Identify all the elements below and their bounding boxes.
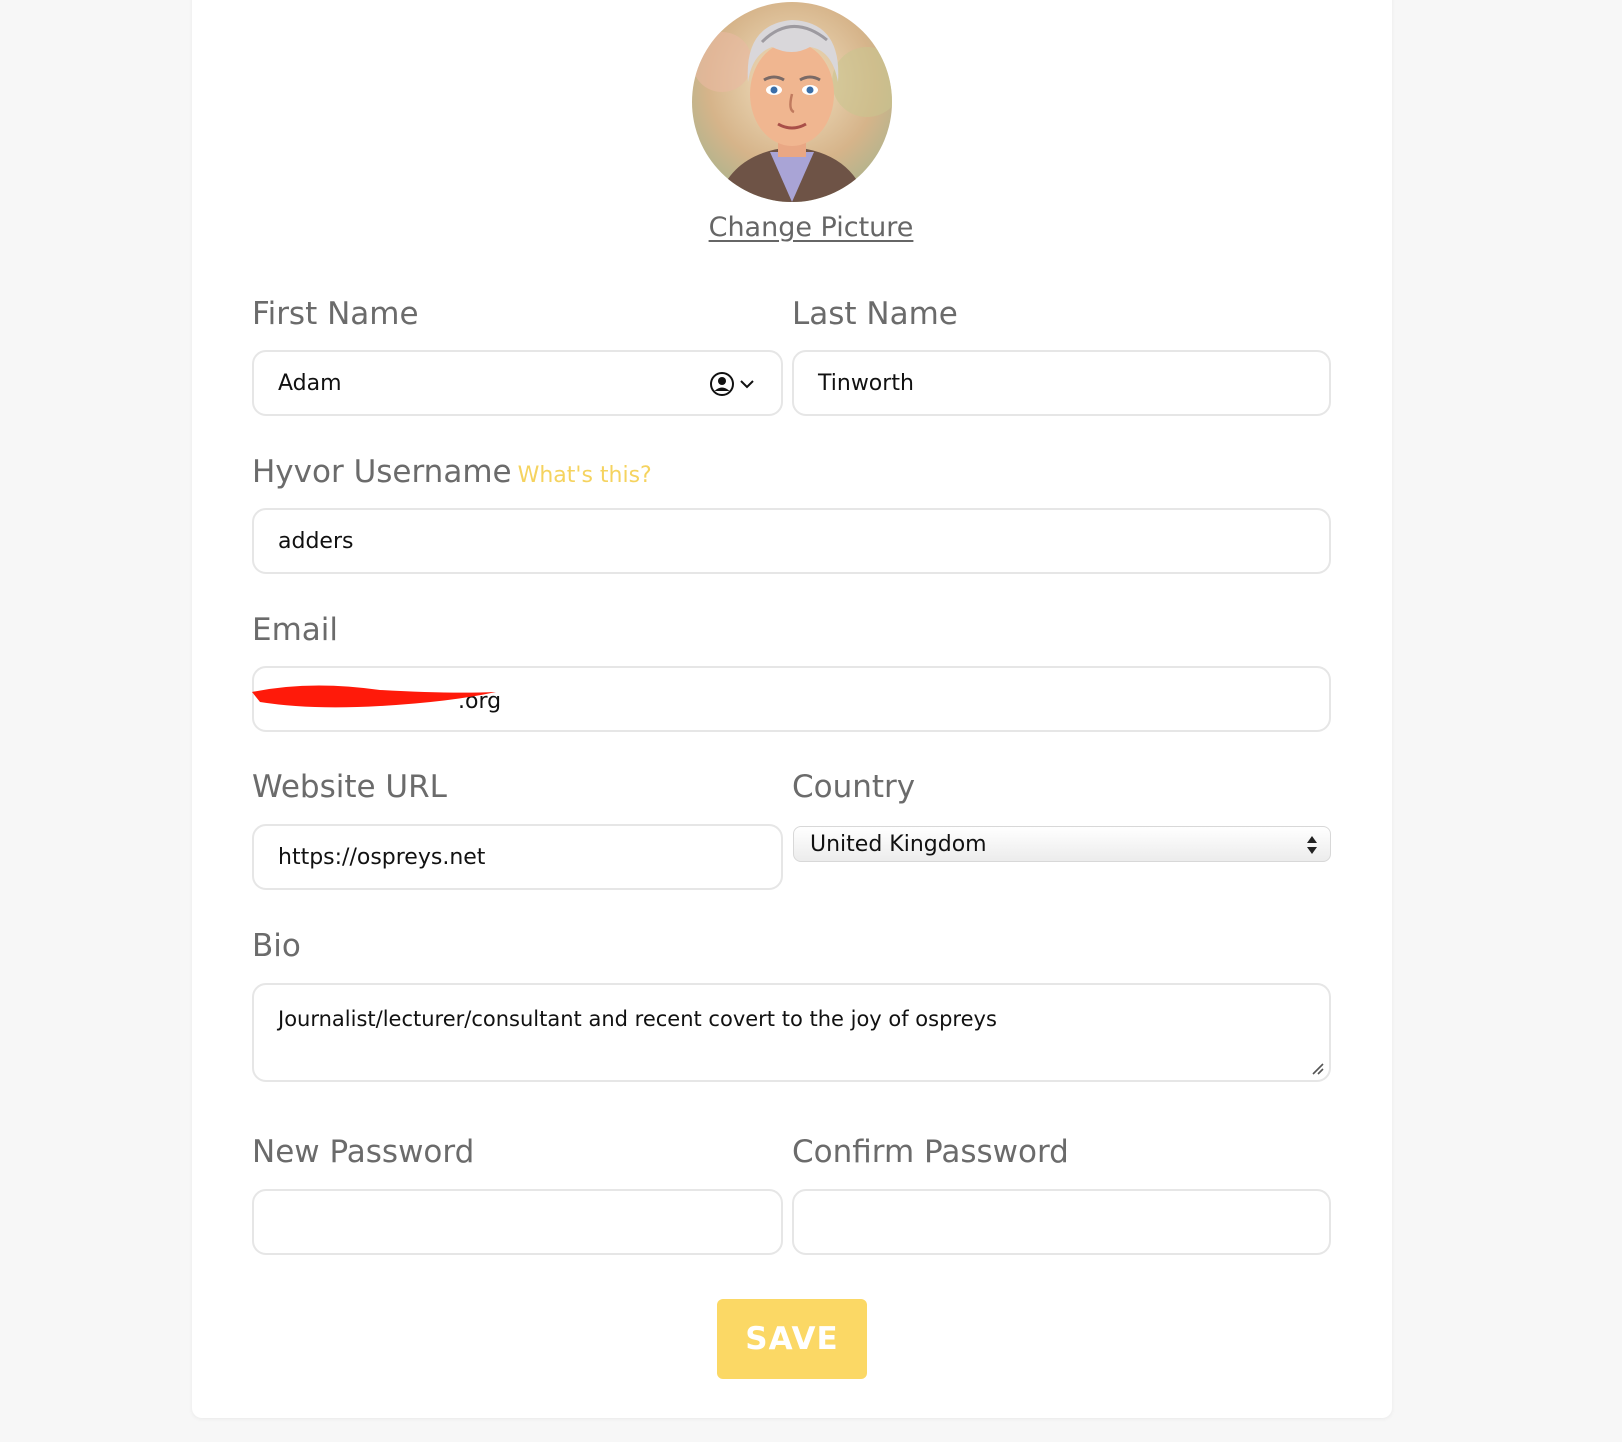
redaction-scribble <box>252 685 496 708</box>
email-label: Email <box>252 612 339 648</box>
username-label-text: Hyvor Username <box>252 454 512 490</box>
country-label: Country <box>792 769 916 805</box>
last-name-label: Last Name <box>792 296 958 332</box>
username-label: Hyvor Username What's this? <box>252 454 652 490</box>
save-button[interactable]: SAVE <box>717 1299 867 1379</box>
chevron-down-icon <box>740 380 754 389</box>
contact-autofill-icon[interactable] <box>709 371 755 397</box>
bio-value: Journalist/lecturer/consultant and recen… <box>278 1007 997 1031</box>
select-arrows-icon <box>1307 836 1317 854</box>
profile-avatar[interactable] <box>692 2 892 202</box>
resize-grip-icon[interactable] <box>1309 1060 1325 1076</box>
first-name-value: Adam <box>278 370 342 396</box>
person-circle-icon <box>710 372 734 396</box>
username-value: adders <box>278 528 354 554</box>
country-select[interactable]: United Kingdom <box>793 826 1331 862</box>
new-password-input[interactable] <box>252 1189 783 1255</box>
change-picture-link[interactable]: Change Picture <box>0 212 1622 243</box>
username-input[interactable]: adders <box>252 508 1331 574</box>
first-name-label: First Name <box>252 296 419 332</box>
new-password-label: New Password <box>252 1134 475 1170</box>
confirm-password-input[interactable] <box>792 1189 1331 1255</box>
last-name-input[interactable]: Tinworth <box>792 350 1331 416</box>
country-selected-value: United Kingdom <box>810 831 987 857</box>
avatar-illustration <box>692 2 892 202</box>
whats-this-link[interactable]: What's this? <box>518 463 652 488</box>
bio-textarea[interactable]: Journalist/lecturer/consultant and recen… <box>252 983 1331 1082</box>
bio-label: Bio <box>252 928 301 964</box>
confirm-password-label: Confirm Password <box>792 1134 1069 1170</box>
website-input[interactable]: https://ospreys.net <box>252 824 783 890</box>
website-value: https://ospreys.net <box>278 844 486 870</box>
website-label: Website URL <box>252 769 447 805</box>
first-name-input[interactable]: Adam <box>252 350 783 416</box>
last-name-value: Tinworth <box>818 370 914 396</box>
